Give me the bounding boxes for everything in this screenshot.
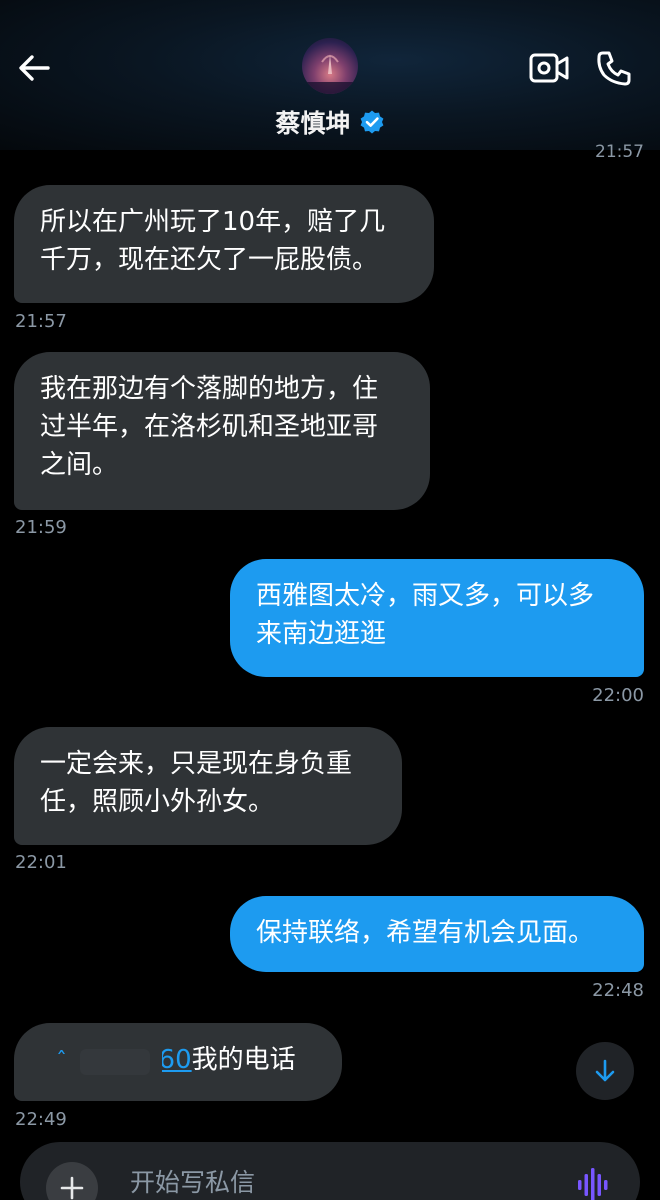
contact-name: 蔡慎坤 (275, 109, 351, 138)
message-text-line: 来南边逛逛 (256, 619, 387, 649)
message-text-line: 之间。 (40, 450, 119, 480)
phone-icon (597, 51, 631, 86)
contact-name-row[interactable]: 蔡慎坤 (0, 104, 660, 140)
arrow-left-icon (19, 55, 50, 81)
message-bubble-incoming[interactable]: 一定会来，只是现在身负重 任，照顾小外孙女。 (14, 727, 402, 845)
message-timestamp: 21:57 (595, 142, 644, 162)
message-timestamp: 22:01 (15, 852, 67, 873)
message-composer (20, 1142, 640, 1200)
message-bubble-outgoing[interactable]: 西雅图太冷，雨又多，可以多 来南边逛逛 (230, 559, 644, 677)
avatar-image (302, 54, 358, 94)
voice-waveform-icon (578, 1168, 608, 1200)
video-camera-icon (529, 53, 569, 83)
message-text-line: 保持联络，希望有机会见面。 (256, 918, 595, 948)
message-text-line: 千万，现在还欠了一屁股债。 (40, 245, 379, 275)
video-call-button[interactable] (528, 48, 570, 88)
message-timestamp: 21:59 (15, 517, 67, 538)
verified-badge-icon (360, 110, 383, 134)
message-text-line: 一定会来，只是现在身负重 (40, 749, 353, 779)
back-button[interactable] (14, 48, 54, 88)
message-text-line: 任，照顾小外孙女。 (40, 787, 275, 817)
redacted-link-mark: ˆ (56, 1049, 67, 1074)
message-bubble-outgoing[interactable]: 保持联络，希望有机会见面。 (230, 896, 644, 972)
scroll-to-bottom-button[interactable] (576, 1042, 634, 1100)
message-timestamp: 22:48 (592, 980, 644, 1001)
contact-avatar[interactable] (302, 38, 358, 94)
message-text-line: 过半年，在洛杉矶和圣地亚哥 (40, 412, 379, 442)
chat-header: 蔡慎坤 (0, 0, 660, 150)
message-timestamp: 21:57 (15, 311, 67, 332)
arrow-down-icon (595, 1059, 615, 1082)
message-timestamp: 22:49 (15, 1109, 67, 1130)
plus-icon (60, 1176, 84, 1200)
message-bubble-incoming[interactable]: 我在那边有个落脚的地方，住 过半年，在洛杉矶和圣地亚哥 之间。 (14, 352, 430, 510)
message-bubble-incoming[interactable]: ˆ 960我的电话 (14, 1023, 342, 1101)
message-text-line: 西雅图太冷，雨又多，可以多 (256, 581, 595, 611)
message-text: 我的电话 (191, 1045, 296, 1075)
message-text-line: 所以在广州玩了10年，赔了几 (40, 207, 386, 237)
voice-message-button[interactable] (576, 1168, 612, 1200)
message-timestamp: 22:00 (592, 685, 644, 706)
voice-call-button[interactable] (594, 48, 634, 88)
message-bubble-incoming[interactable]: 所以在广州玩了10年，赔了几 千万，现在还欠了一屁股债。 (14, 185, 434, 303)
message-text-line: 我在那边有个落脚的地方，住 (40, 374, 379, 404)
add-attachment-button[interactable] (46, 1162, 98, 1200)
message-input[interactable] (130, 1160, 550, 1200)
